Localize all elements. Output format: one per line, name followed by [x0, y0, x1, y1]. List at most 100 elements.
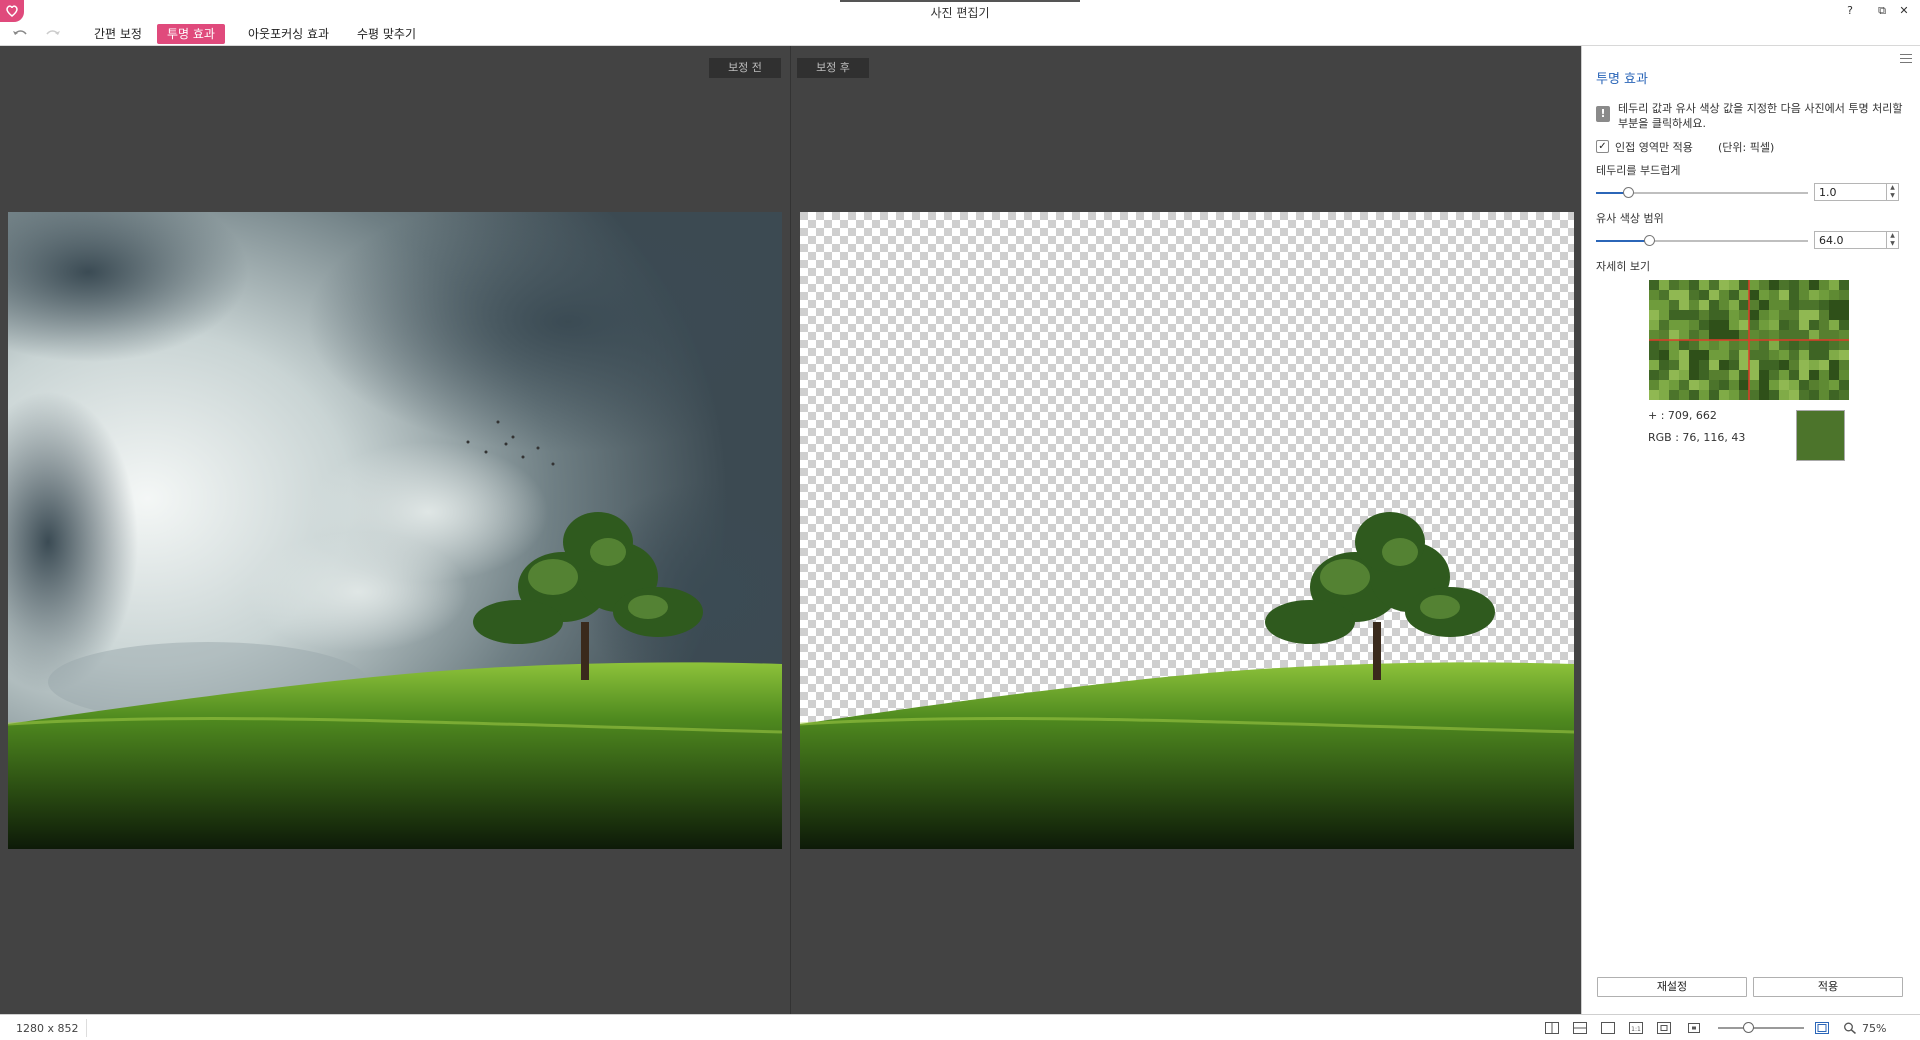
zoom-pixel [1799, 310, 1809, 320]
zoom-pixel [1839, 340, 1849, 350]
soften-edge-spinner[interactable]: ▲ ▼ [1887, 183, 1899, 201]
zoom-pixel [1649, 320, 1659, 330]
zoom-pixel [1709, 340, 1719, 350]
adjacent-only-checkbox[interactable]: ✓ [1596, 140, 1609, 153]
soften-edge-input[interactable] [1814, 183, 1887, 201]
zoom-pixel [1729, 380, 1739, 390]
zoom-pixel [1719, 370, 1729, 380]
help-button[interactable]: ? [1840, 3, 1860, 19]
zoom-pixel [1719, 330, 1729, 340]
zoom-pixel [1789, 360, 1799, 370]
zoom-pixel [1709, 350, 1719, 360]
after-photo [800, 212, 1574, 849]
color-range-spinner[interactable]: ▲ ▼ [1887, 231, 1899, 249]
redo-icon[interactable] [42, 25, 64, 43]
zoom-pixel [1679, 280, 1689, 290]
fit-screen-icon[interactable] [1656, 1021, 1672, 1035]
tab-level-horizon[interactable]: 수평 맞추기 [347, 24, 426, 44]
color-range-slider[interactable] [1596, 235, 1808, 246]
zoom-pixel [1759, 380, 1769, 390]
actual-size-icon[interactable]: 1:1 [1628, 1021, 1644, 1035]
zoom-pixel [1809, 340, 1819, 350]
zoom-pixel [1779, 300, 1789, 310]
zoom-pixel [1749, 390, 1759, 400]
split-vertical-view-icon[interactable] [1544, 1021, 1560, 1035]
magnifier-icon[interactable] [1842, 1021, 1858, 1035]
zoom-pixel [1669, 280, 1679, 290]
zoom-pixel [1719, 350, 1729, 360]
zoom-pixel [1739, 280, 1749, 290]
zoom-pixel [1769, 330, 1779, 340]
zoom-pixel [1829, 300, 1839, 310]
zoom-pixel [1769, 370, 1779, 380]
title-accent-bar [840, 0, 1080, 2]
zoom-pixel [1709, 330, 1719, 340]
zoom-pixel [1829, 380, 1839, 390]
split-horizontal-view-icon[interactable] [1572, 1021, 1588, 1035]
zoom-pixel [1769, 300, 1779, 310]
zoom-pixel [1789, 320, 1799, 330]
zoom-pixel [1819, 390, 1829, 400]
zoom-pixel [1829, 320, 1839, 330]
zoom-out-icon[interactable] [1686, 1021, 1702, 1035]
zoom-pixel [1749, 290, 1759, 300]
zoom-pixel [1829, 330, 1839, 340]
zoom-pixel [1769, 360, 1779, 370]
zoom-pixel [1799, 280, 1809, 290]
apply-button[interactable]: 적용 [1753, 977, 1903, 997]
after-label: 보정 후 [797, 58, 869, 78]
color-range-thumb[interactable] [1644, 235, 1655, 246]
zoom-pixel [1739, 380, 1749, 390]
zoom-pixel [1819, 280, 1829, 290]
zoom-pixel [1729, 340, 1739, 350]
reset-button[interactable]: 재설정 [1597, 977, 1747, 997]
zoom-pixel [1709, 360, 1719, 370]
zoom-pixel [1769, 350, 1779, 360]
zoom-pixel [1829, 340, 1839, 350]
zoom-pixel [1679, 340, 1689, 350]
tab-quick-correction[interactable]: 간편 보정 [84, 24, 152, 44]
single-view-icon[interactable] [1600, 1021, 1616, 1035]
tab-outfocusing[interactable]: 아웃포커싱 효과 [238, 24, 339, 44]
detail-view-label: 자세히 보기 [1596, 260, 1651, 273]
zoom-pixel [1809, 370, 1819, 380]
zoom-pixel [1829, 310, 1839, 320]
zoom-pixel [1769, 280, 1779, 290]
undo-icon[interactable] [9, 25, 31, 43]
zoom-slider-thumb[interactable] [1743, 1022, 1755, 1033]
zoom-pixel [1649, 340, 1659, 350]
zoom-pixel [1719, 340, 1729, 350]
tab-transparency[interactable]: 투명 효과 [157, 24, 225, 44]
zoom-pixel [1729, 280, 1739, 290]
info-icon: ! [1596, 106, 1610, 122]
soften-edge-thumb[interactable] [1622, 187, 1634, 198]
color-range-input[interactable] [1814, 231, 1887, 249]
zoom-pixel [1809, 280, 1819, 290]
zoom-pixel [1779, 290, 1789, 300]
zoom-pixel [1839, 370, 1849, 380]
zoom-pixel [1819, 330, 1829, 340]
transparency-panel: 투명 효과 ! 테두리 값과 유사 색상 값을 지정한 다음 사진에서 투명 처… [1581, 46, 1920, 1014]
zoom-in-icon[interactable] [1814, 1021, 1830, 1035]
zoom-pixel [1659, 310, 1669, 320]
image-dimensions: 1280 x 852 [16, 1022, 79, 1035]
zoom-pixel [1769, 340, 1779, 350]
panel-menu-icon[interactable] [1900, 54, 1912, 64]
rgb-value: : 76, 116, 43 [1675, 431, 1746, 444]
zoom-pixel [1789, 350, 1799, 360]
zoom-pixel [1669, 340, 1679, 350]
close-button[interactable]: ✕ [1894, 3, 1914, 19]
zoom-pixel [1839, 360, 1849, 370]
zoom-pixel [1679, 320, 1689, 330]
zoom-pixel [1739, 360, 1749, 370]
zoom-pixel [1729, 320, 1739, 330]
soften-edge-slider[interactable] [1596, 187, 1808, 198]
zoom-pixel [1739, 320, 1749, 330]
restore-button[interactable]: ⧉ [1872, 3, 1892, 19]
zoom-pixel [1759, 370, 1769, 380]
zoom-pixel [1719, 390, 1729, 400]
zoom-pixel [1819, 380, 1829, 390]
zoom-slider[interactable] [1718, 1027, 1804, 1029]
zoom-pixel [1649, 310, 1659, 320]
zoom-pixel [1759, 330, 1769, 340]
